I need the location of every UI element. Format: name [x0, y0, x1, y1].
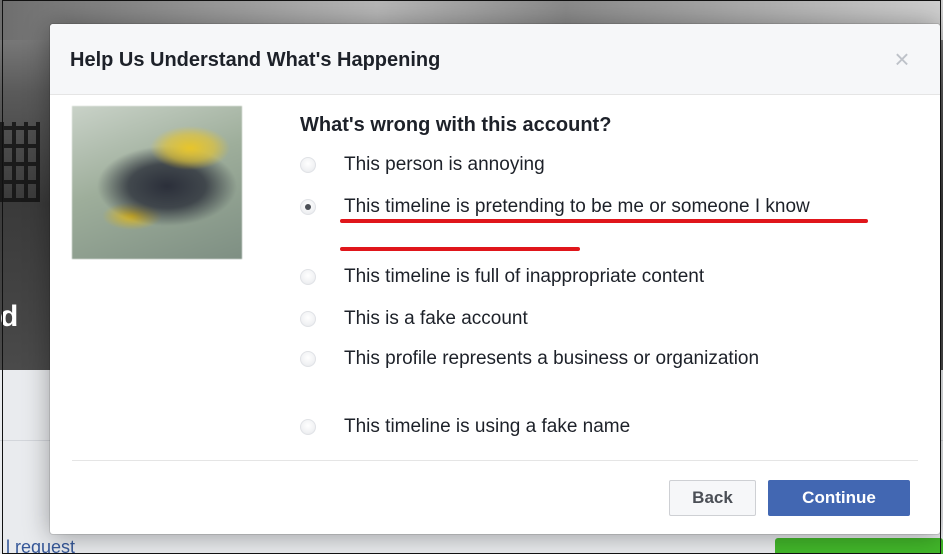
red-underline-annotation [340, 247, 580, 251]
radio-button-selected[interactable] [300, 199, 316, 215]
report-dialog: Help Us Understand What's Happening × Wh… [50, 24, 940, 534]
profile-name-fragment: d [0, 300, 19, 333]
red-underline-annotation [340, 219, 868, 223]
profile-thumbnail [72, 106, 242, 259]
option-label: This timeline is using a fake name [344, 416, 631, 437]
radio-button[interactable] [300, 351, 316, 367]
green-action-button[interactable] [775, 538, 943, 554]
question-heading: What's wrong with this account? [300, 114, 612, 136]
option-label: This profile represents a business or or… [344, 348, 760, 369]
friend-request-text[interactable]: l request [6, 537, 75, 554]
option-label: This timeline is full of inappropriate c… [344, 266, 705, 287]
radio-button[interactable] [300, 419, 316, 435]
dialog-header: Help Us Understand What's Happening × [50, 24, 940, 95]
cover-window-graphic [0, 122, 40, 202]
continue-button[interactable]: Continue [768, 480, 910, 516]
option-label: This person is annoying [344, 154, 545, 175]
option-label: This timeline is pretending to be me or … [344, 196, 810, 217]
dialog-title: Help Us Understand What's Happening [70, 49, 441, 71]
close-icon[interactable]: × [892, 44, 912, 74]
radio-button[interactable] [300, 269, 316, 285]
footer-divider [72, 460, 918, 461]
radio-button[interactable] [300, 157, 316, 173]
option-label: This is a fake account [344, 308, 528, 329]
radio-button[interactable] [300, 311, 316, 327]
back-button[interactable]: Back [669, 480, 756, 516]
